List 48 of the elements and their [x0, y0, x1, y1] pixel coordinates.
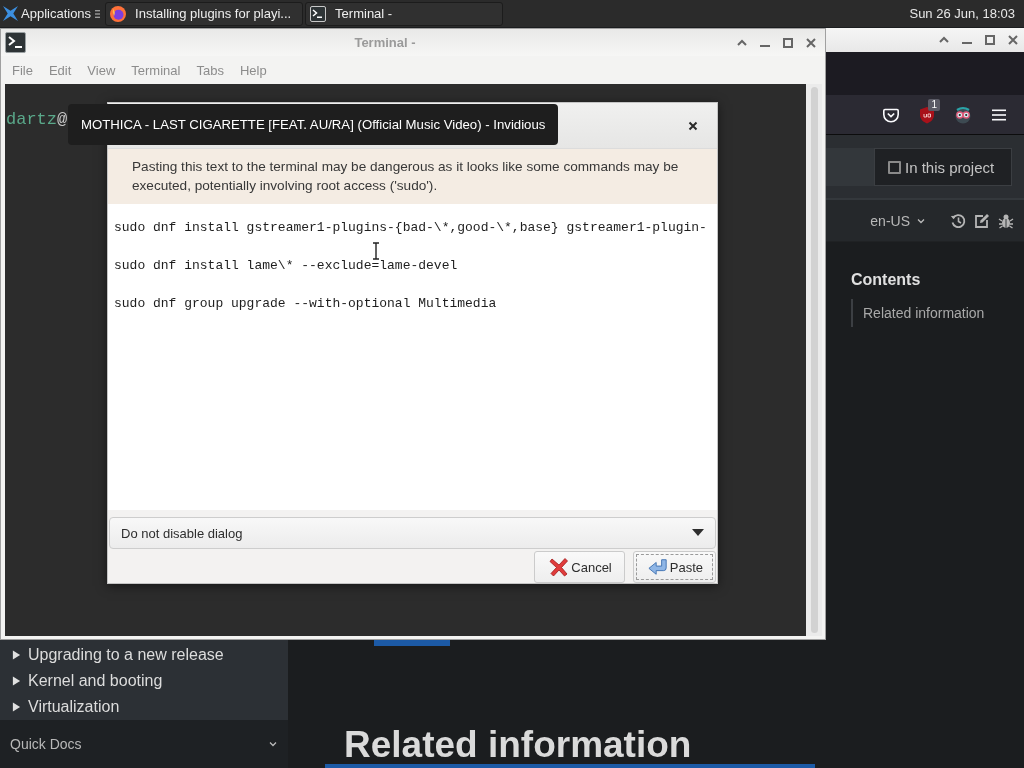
x-mark-icon: [549, 557, 570, 577]
warning-text: Pasting this text to the terminal may be dangerous as it looks like some commands may be executed, potentially involving root access ('sudo').: [132, 158, 680, 195]
command-line: sudo dnf install lame\* --exclude=lame-devel: [114, 257, 458, 275]
sidebar-footer[interactable]: Quick Docs: [0, 720, 288, 768]
window-title: Terminal -: [353, 35, 417, 50]
close-icon[interactable]: [1007, 34, 1019, 46]
browser-icon: [110, 5, 127, 22]
maximize-icon[interactable]: [782, 36, 794, 49]
scrollbar[interactable]: [806, 84, 822, 636]
search-field[interactable]: [826, 148, 874, 186]
language-dropdown[interactable]: en-US: [870, 212, 926, 229]
cross-icon: [3, 6, 18, 21]
nav-item[interactable]: Virtualization: [0, 694, 288, 720]
count-badge: 1: [928, 98, 940, 111]
taskbar-button[interactable]: Installing plugins for playi...: [105, 1, 304, 26]
edit-icon[interactable]: [974, 212, 990, 229]
dropdown[interactable]: Do not disable dialog: [109, 517, 716, 549]
bug-icon[interactable]: [998, 212, 1014, 229]
goggles-face-icon[interactable]: [954, 105, 972, 124]
chevron-down-icon: [268, 739, 278, 749]
close-icon: [688, 120, 698, 131]
text-cursor-icon: [372, 242, 380, 260]
maximize-icon[interactable]: [984, 34, 996, 46]
toc-link[interactable]: Related information: [863, 303, 1024, 323]
handle-icon[interactable]: [95, 8, 101, 19]
toc-title: Contents: [851, 270, 922, 290]
search-scope-toggle[interactable]: In this project: [874, 148, 1012, 186]
applications-menu[interactable]: Applications: [2, 2, 94, 25]
dialog-button[interactable]: Paste: [632, 551, 716, 583]
command-line: sudo dnf group upgrade --with-optional Multimedia: [114, 295, 497, 313]
checkbox[interactable]: [888, 160, 901, 174]
command-line: sudo dnf install gstreamer1-plugins-{bad-\*,good-\*,base} gstreamer1-plugin-: [114, 219, 707, 237]
section-heading: Related information: [325, 725, 815, 768]
caret-down-icon: [692, 529, 704, 537]
prompt-text: dartz@: [6, 110, 68, 129]
return-arrow-icon: [647, 557, 668, 577]
text-area[interactable]: sudo dnf install gstreamer1-plugins-{bad-\*,good-\*,base} gstreamer1-plugin- sudo dnf install lame\* --exclude=lame-devel sudo dnf group upgrade --with-optional Multimedia: [108, 204, 717, 510]
terminal-icon: [5, 32, 26, 53]
footer-label: Quick Docs: [10, 736, 82, 752]
tooltip: MOTHICA - LAST CIGARETTE [FEAT. AU/RA] (Official Music Video) - Invidious: [68, 104, 559, 145]
taskbar-button[interactable]: Terminal -: [305, 1, 504, 26]
nav-item[interactable]: Upgrading to a new release: [0, 642, 288, 668]
nav-item[interactable]: Kernel and booting: [0, 668, 288, 694]
terminal-icon: [310, 5, 327, 22]
close-icon[interactable]: [805, 36, 817, 49]
history-icon[interactable]: [950, 212, 966, 229]
clock: Sun 26 Jun, 18:03: [909, 6, 1015, 21]
dialog-button[interactable]: Cancel: [534, 551, 625, 583]
